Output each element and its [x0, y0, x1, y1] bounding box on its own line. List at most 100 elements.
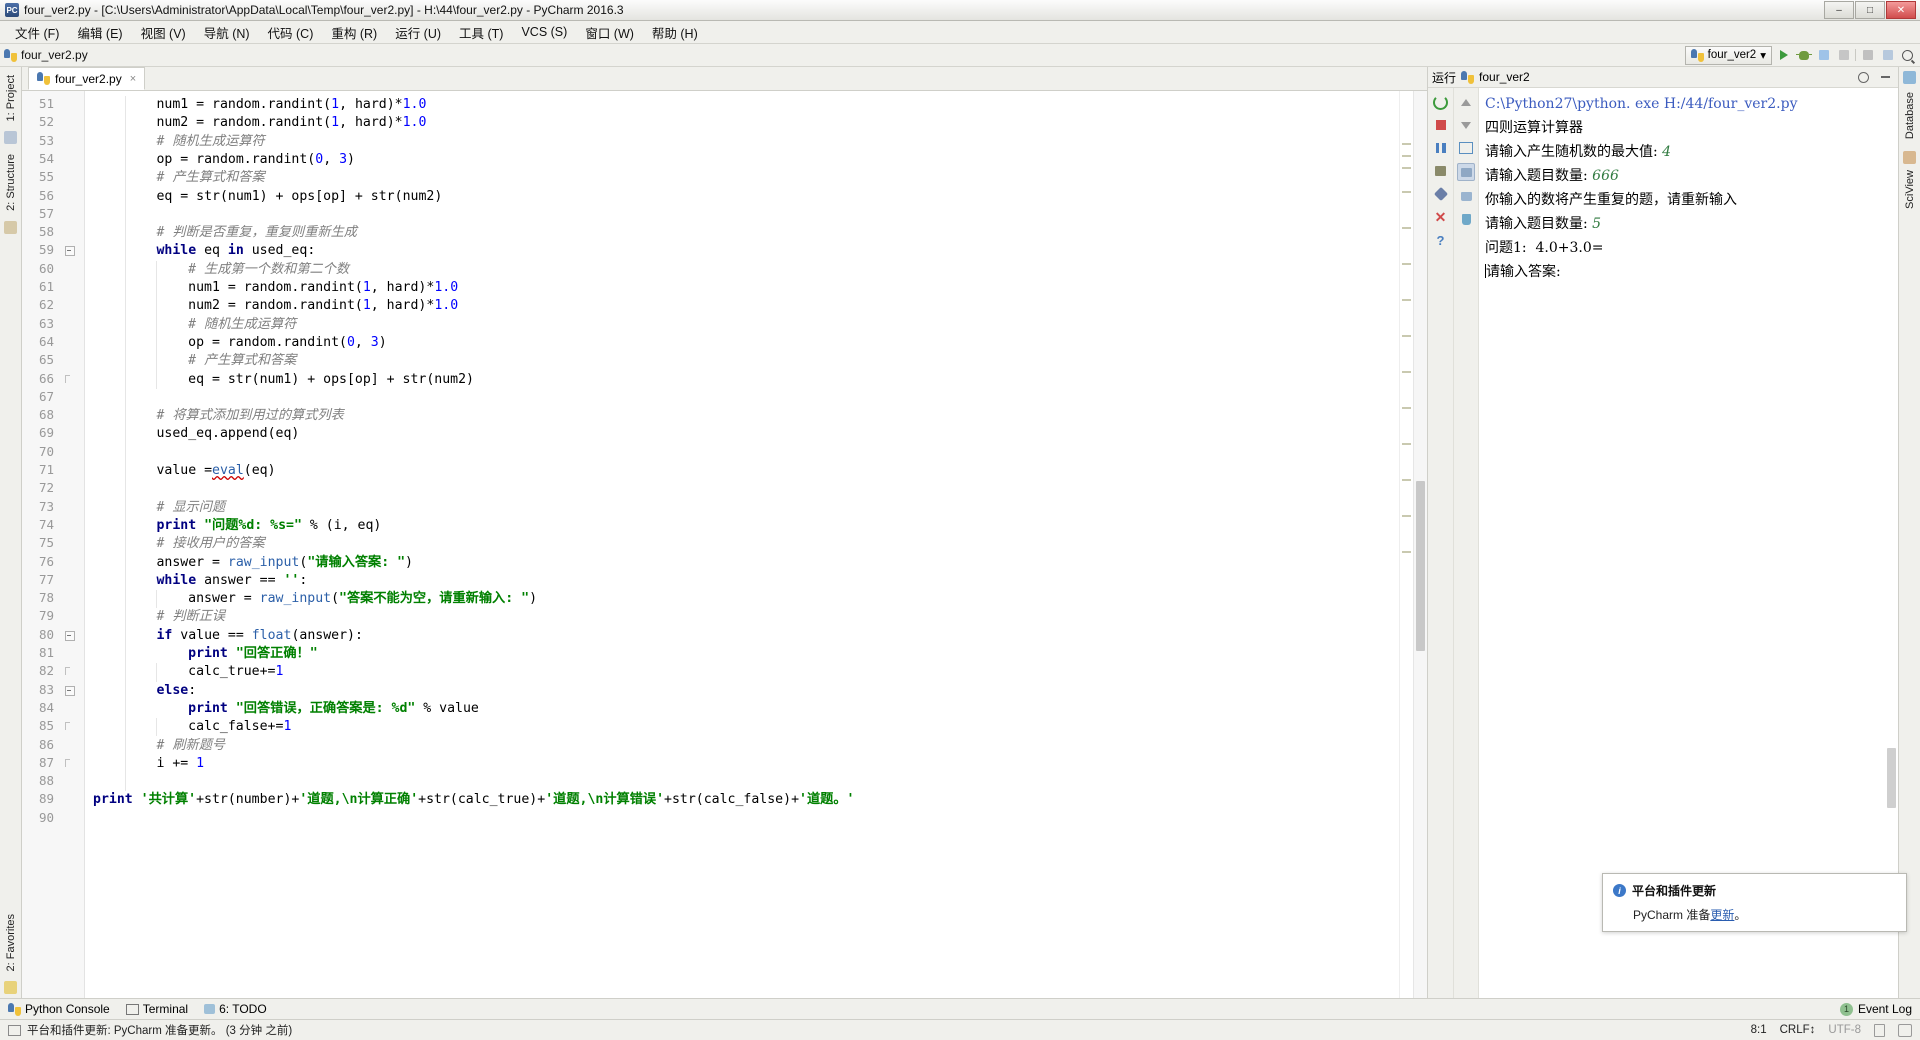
code-line[interactable]: # 接收用户的答案	[156, 535, 264, 553]
run-window-hide-icon[interactable]	[1877, 69, 1894, 86]
maximize-button[interactable]: □	[1855, 1, 1885, 19]
console-scrollbar[interactable]	[1885, 88, 1898, 998]
breadcrumb[interactable]: four_ver2.py	[21, 48, 88, 62]
close-icon[interactable]: ✕	[1433, 209, 1449, 225]
code-fold-marker[interactable]	[65, 685, 75, 696]
project-files-icon[interactable]	[4, 131, 17, 145]
settings-button[interactable]	[1879, 47, 1896, 64]
menu-refactor[interactable]: 重构 (R)	[322, 21, 386, 44]
code-line[interactable]: calc_true+=1	[188, 663, 283, 681]
code-line[interactable]: print "回答错误，正确答案是: %d" % value	[188, 700, 479, 718]
code-fold-marker[interactable]	[65, 722, 74, 731]
soft-wrap-icon[interactable]	[1458, 140, 1474, 156]
code-line[interactable]: i += 1	[156, 755, 204, 773]
code-line[interactable]: print "问题%d: %s=" % (i, eq)	[156, 517, 381, 535]
run-button[interactable]	[1775, 47, 1792, 64]
code-line[interactable]: calc_false+=1	[188, 718, 291, 736]
tool-todo[interactable]: 6: TODO	[204, 1002, 267, 1016]
debug-button[interactable]	[1795, 47, 1812, 64]
code-line[interactable]: if value == float(answer):	[156, 627, 362, 645]
print-icon[interactable]	[1458, 188, 1474, 204]
code-line[interactable]: # 产生算式和答案	[188, 352, 296, 370]
code-line[interactable]: op = random.randint(0, 3)	[156, 151, 355, 169]
code-line[interactable]: # 随机生成运算符	[156, 133, 264, 151]
error-stripe-marks[interactable]	[1399, 91, 1413, 998]
code-line[interactable]: num2 = random.randint(1, hard)*1.0	[156, 114, 426, 132]
menu-help[interactable]: 帮助 (H)	[643, 21, 707, 44]
editor-scrollbar-thumb[interactable]	[1416, 481, 1425, 651]
menu-file[interactable]: 文件 (F)	[6, 21, 68, 44]
code-line[interactable]: value =eval(eq)	[156, 462, 275, 480]
error-stripe-mark[interactable]	[1402, 263, 1411, 265]
console-output[interactable]: C:\Python27\python. exe H:/44/four_ver2.…	[1479, 88, 1898, 998]
error-stripe-mark[interactable]	[1402, 407, 1411, 409]
editor-tab-four-ver2[interactable]: four_ver2.py ×	[28, 67, 146, 90]
menu-view[interactable]: 视图 (V)	[132, 21, 195, 44]
help-icon[interactable]: ?	[1433, 232, 1449, 248]
lock-icon[interactable]	[1874, 1023, 1885, 1037]
code-line[interactable]: # 判断正误	[156, 608, 225, 626]
error-stripe-mark[interactable]	[1402, 227, 1411, 229]
run-window-settings-icon[interactable]	[1855, 69, 1872, 86]
code-line[interactable]: # 判断是否重复，重复则重新生成	[156, 224, 357, 242]
code-line[interactable]: num1 = random.randint(1, hard)*1.0	[156, 96, 426, 114]
code-line[interactable]: else:	[156, 682, 196, 700]
scroll-up-icon[interactable]	[1458, 94, 1474, 110]
profile-button[interactable]	[1835, 47, 1852, 64]
notification-update-link[interactable]: 更新	[1710, 908, 1734, 922]
scroll-down-icon[interactable]	[1458, 117, 1474, 133]
error-stripe-mark[interactable]	[1402, 371, 1411, 373]
minimize-button[interactable]: –	[1824, 1, 1854, 19]
sidebar-item-favorites[interactable]: 2: Favorites	[4, 910, 18, 975]
sidebar-item-project[interactable]: 1: Project	[4, 71, 18, 125]
error-stripe-mark[interactable]	[1402, 551, 1411, 553]
event-log-label[interactable]: Event Log	[1858, 1002, 1912, 1016]
inspection-icon[interactable]	[1898, 1023, 1912, 1037]
error-stripe-mark[interactable]	[1402, 299, 1411, 301]
code-line[interactable]: eq = str(num1) + ops[op] + str(num2)	[156, 188, 442, 206]
code-line[interactable]: # 生成第一个数和第二个数	[188, 261, 349, 279]
print-output-icon[interactable]	[1433, 163, 1449, 179]
error-stripe-mark[interactable]	[1402, 143, 1411, 145]
code-line[interactable]: eq = str(num1) + ops[op] + str(num2)	[188, 371, 474, 389]
search-everywhere-icon[interactable]	[1899, 47, 1916, 64]
tool-python-console[interactable]: Python Console	[8, 1002, 110, 1016]
sidebar-item-structure[interactable]: 2: Structure	[4, 150, 18, 215]
menu-run[interactable]: 运行 (U)	[386, 21, 450, 44]
error-stripe-mark[interactable]	[1402, 155, 1411, 157]
code-line[interactable]: # 显示问题	[156, 499, 225, 517]
code-line[interactable]: used_eq.append(eq)	[156, 425, 299, 443]
stop-icon[interactable]	[1433, 117, 1449, 133]
code-fold-marker[interactable]	[65, 246, 75, 257]
console-scrollbar-thumb[interactable]	[1887, 748, 1896, 808]
close-tab-icon[interactable]: ×	[130, 73, 136, 85]
sciview-icon[interactable]	[1903, 151, 1916, 165]
code-line[interactable]: num1 = random.randint(1, hard)*1.0	[188, 279, 458, 297]
code-line[interactable]: print '共计算'+str(number)+'道题,\n计算正确'+str(…	[93, 791, 854, 809]
code-line[interactable]: num2 = random.randint(1, hard)*1.0	[188, 297, 458, 315]
menu-window[interactable]: 窗口 (W)	[576, 21, 643, 44]
scroll-to-end-icon[interactable]	[1457, 163, 1475, 181]
pin-icon[interactable]	[1433, 186, 1449, 202]
error-stripe-mark[interactable]	[1402, 479, 1411, 481]
error-stripe-mark[interactable]	[1402, 191, 1411, 193]
file-encoding[interactable]: UTF-8	[1828, 1024, 1861, 1036]
error-stripe-mark[interactable]	[1402, 335, 1411, 337]
error-stripe-mark[interactable]	[1402, 443, 1411, 445]
stop-button[interactable]	[1859, 47, 1876, 64]
code-fold-marker[interactable]	[65, 630, 75, 641]
code-line[interactable]: # 随机生成运算符	[188, 316, 296, 334]
code-area[interactable]: num1 = random.randint(1, hard)*1.0 num2 =…	[85, 91, 1399, 998]
run-config-tab-label[interactable]: four_ver2	[1479, 70, 1530, 84]
close-button[interactable]: ✕	[1886, 1, 1916, 19]
trash-icon[interactable]	[1458, 211, 1474, 227]
menu-tools[interactable]: 工具 (T)	[450, 21, 512, 44]
code-fold-marker[interactable]	[65, 758, 74, 768]
sidebar-item-sciview[interactable]: SciView	[1903, 166, 1917, 213]
code-fold-marker[interactable]	[65, 667, 74, 676]
line-separator[interactable]: CRLF↕	[1780, 1024, 1816, 1036]
rerun-icon[interactable]	[1433, 94, 1449, 110]
code-fold-marker[interactable]	[65, 374, 74, 384]
menu-edit[interactable]: 编辑 (E)	[68, 21, 131, 44]
favorites-star-icon[interactable]	[4, 981, 17, 994]
